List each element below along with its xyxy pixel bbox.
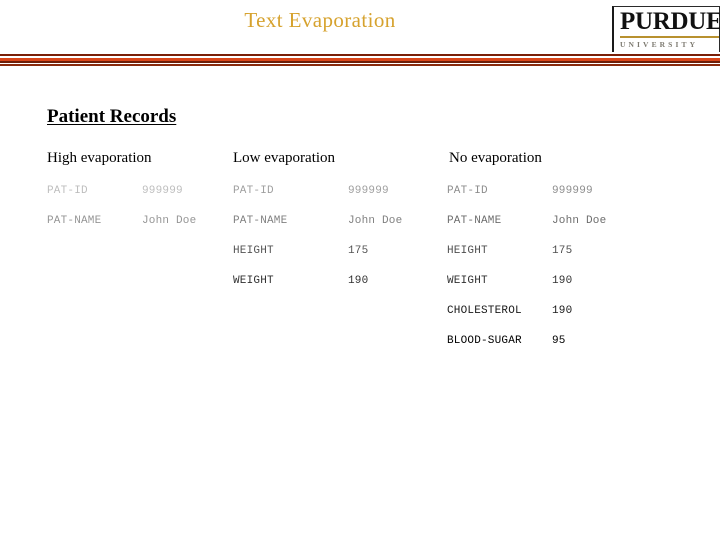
column-header-low: Low evaporation xyxy=(233,150,336,166)
field-value: 190 xyxy=(348,275,369,287)
record-row: WEIGHT 190 xyxy=(447,275,667,305)
field-label: PAT-ID xyxy=(233,185,274,197)
record-row: HEIGHT 175 xyxy=(233,245,433,275)
page-title: Text Evaporation xyxy=(244,8,396,32)
field-label: BLOOD-SUGAR xyxy=(447,335,522,347)
record-list-high: PAT-ID 999999 PAT-NAME John Doe xyxy=(47,185,247,245)
record-row: PAT-NAME John Doe xyxy=(447,215,667,245)
section-heading: Patient Records xyxy=(47,106,177,127)
field-value: 999999 xyxy=(348,185,389,197)
record-list-none: PAT-ID 999999 PAT-NAME John Doe HEIGHT 1… xyxy=(447,185,667,365)
purdue-logo-rule xyxy=(620,36,719,38)
header-divider xyxy=(0,54,720,66)
field-value: 999999 xyxy=(552,185,593,197)
record-row: PAT-ID 999999 xyxy=(47,185,247,215)
purdue-logo: PURDUE UNIVERSITY xyxy=(612,6,720,52)
record-row: PAT-ID 999999 xyxy=(447,185,667,215)
record-row: BLOOD-SUGAR 95 xyxy=(447,335,667,365)
record-row: HEIGHT 175 xyxy=(447,245,667,275)
evaporation-column-high: High evaporation PAT-ID 999999 PAT-NAME … xyxy=(47,150,247,245)
field-label: WEIGHT xyxy=(233,275,274,287)
purdue-wordmark: PURDUE xyxy=(620,8,720,35)
field-value: 190 xyxy=(552,275,573,287)
field-label: PAT-ID xyxy=(447,185,488,197)
evaporation-column-low: Low evaporation PAT-ID 999999 PAT-NAME J… xyxy=(233,150,433,305)
slide-header: Text Evaporation PURDUE UNIVERSITY xyxy=(0,0,720,68)
evaporation-columns: High evaporation PAT-ID 999999 PAT-NAME … xyxy=(0,150,720,380)
field-value: 175 xyxy=(552,245,573,257)
record-row: WEIGHT 190 xyxy=(233,275,433,305)
column-header-none: No evaporation xyxy=(449,150,542,166)
field-label: PAT-NAME xyxy=(233,215,288,227)
field-label: HEIGHT xyxy=(233,245,274,257)
record-row: PAT-ID 999999 xyxy=(233,185,433,215)
field-label: PAT-NAME xyxy=(47,215,102,227)
field-label: PAT-NAME xyxy=(447,215,502,227)
record-list-low: PAT-ID 999999 PAT-NAME John Doe HEIGHT 1… xyxy=(233,185,433,305)
record-row: PAT-NAME John Doe xyxy=(233,215,433,245)
column-header-high: High evaporation xyxy=(47,150,152,166)
field-value: John Doe xyxy=(142,215,197,227)
field-value: 190 xyxy=(552,305,573,317)
field-label: WEIGHT xyxy=(447,275,488,287)
evaporation-column-none: No evaporation PAT-ID 999999 PAT-NAME Jo… xyxy=(447,150,667,365)
field-label: HEIGHT xyxy=(447,245,488,257)
divider-line-dark-bottom xyxy=(0,64,720,66)
field-label: CHOLESTEROL xyxy=(447,305,522,317)
field-value: John Doe xyxy=(552,215,607,227)
purdue-subtext: UNIVERSITY xyxy=(620,40,699,49)
record-row: CHOLESTEROL 190 xyxy=(447,305,667,335)
field-value: John Doe xyxy=(348,215,403,227)
field-value: 95 xyxy=(552,335,566,347)
field-value: 999999 xyxy=(142,185,183,197)
record-row: PAT-NAME John Doe xyxy=(47,215,247,245)
field-value: 175 xyxy=(348,245,369,257)
field-label: PAT-ID xyxy=(47,185,88,197)
